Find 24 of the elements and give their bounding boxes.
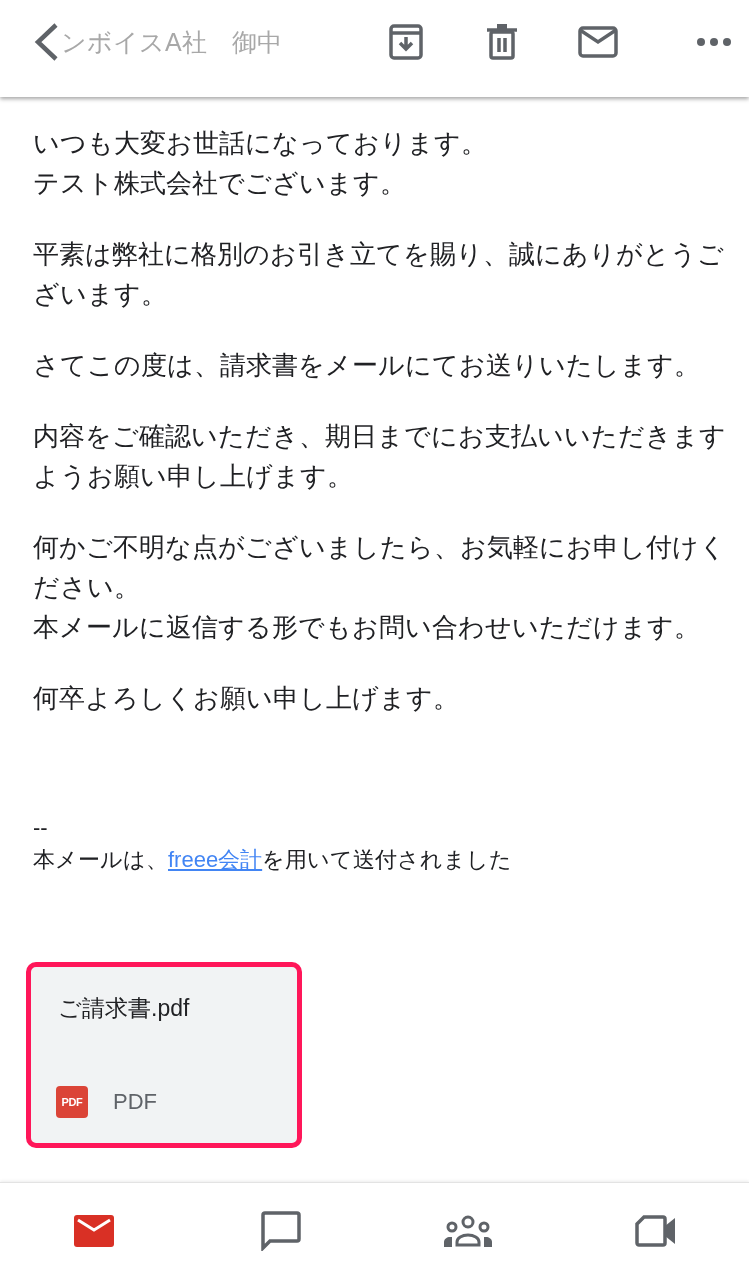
mail-icon [578, 26, 618, 58]
body-paragraph: さてこの度は、請求書をメールにてお送りいたします。 [33, 349, 701, 382]
attachment-name: ご請求書.pdf [57, 994, 191, 1023]
attachment-card[interactable]: ご請求書.pdf PDF PDF [26, 962, 302, 1148]
body-paragraph: 何卒よろしくお願い申し上げます。 [33, 682, 460, 715]
body-paragraph: いつも大変お世話になっております。 テスト株式会社でございます。 [33, 127, 488, 200]
more-icon [697, 38, 731, 46]
file-type-label: PDF [113, 1089, 157, 1115]
body-paragraph: 内容をご確認いただき、期日までにお支払いいただきますようお願い申し上げます。 [33, 420, 727, 493]
body-paragraph: 何かご不明な点がございましたら、お気軽にお申し付けください。 本メールに返信する形でもお問い合わせいただけます。 [33, 531, 727, 644]
archive-icon [389, 24, 423, 60]
email-subject: ンボイスA社 御中 [61, 26, 282, 58]
file-type-badge: PDF [56, 1086, 88, 1118]
signature-text: 本メールは、freee会計を用いて送付されました [33, 846, 514, 874]
body-paragraph: 平素は弊社に格別のお引き立てを賜り、誠にありがとうございます。 [33, 238, 725, 311]
chat-bubble-icon [260, 1211, 301, 1251]
mail-icon [73, 1215, 114, 1247]
back-icon [33, 22, 59, 62]
group-icon [444, 1215, 493, 1247]
signature-separator: -- [33, 814, 49, 842]
service-link[interactable]: freee会計 [168, 847, 263, 872]
trash-icon [487, 24, 517, 60]
back-button[interactable] [33, 22, 59, 62]
video-camera-icon [635, 1215, 676, 1247]
